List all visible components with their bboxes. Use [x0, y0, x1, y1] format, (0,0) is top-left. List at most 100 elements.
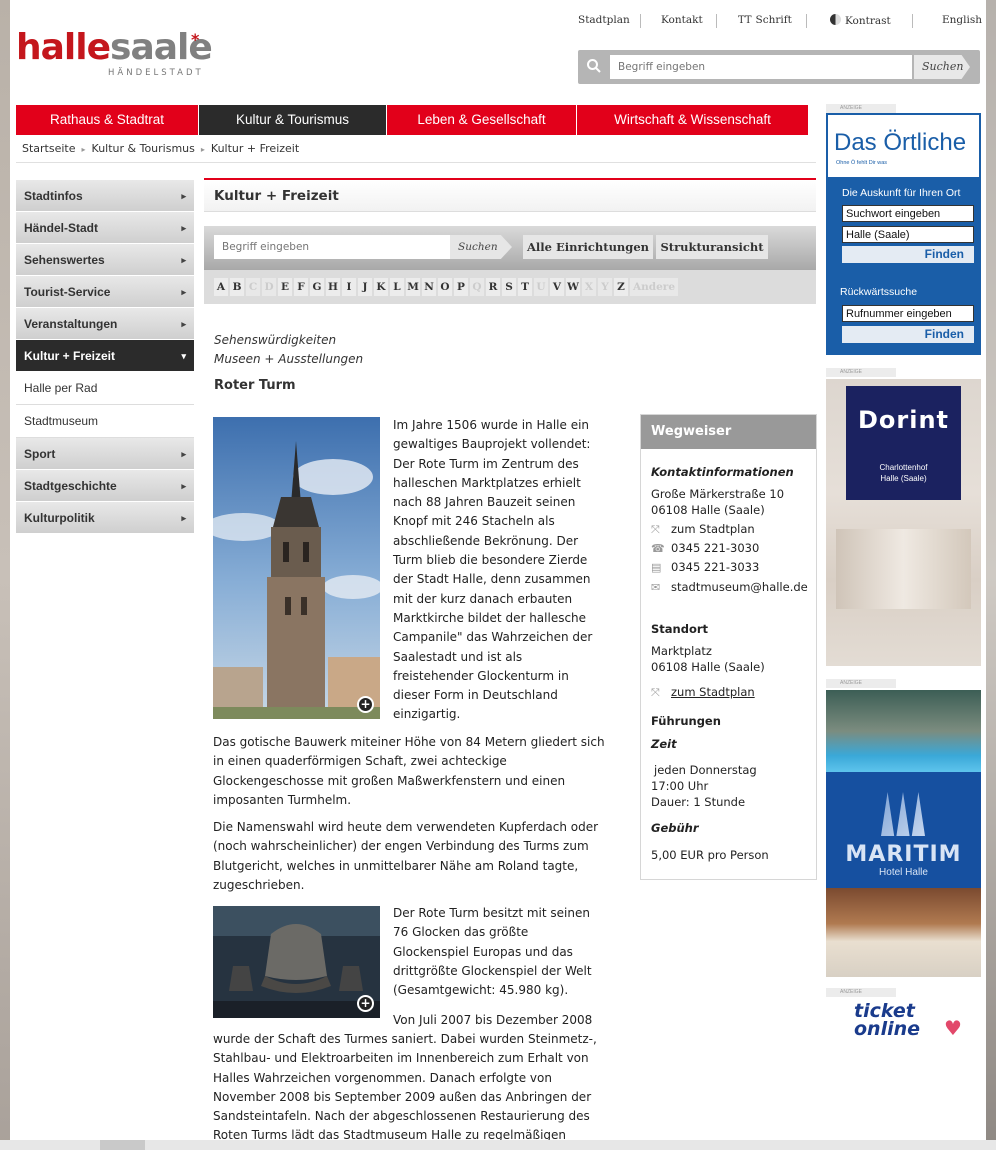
alpha-letter-j[interactable]: J — [358, 278, 372, 296]
main-navigation: Rathaus & Stadtrat Kultur & Tourismus Le… — [16, 105, 808, 135]
ad-oertliche-rufnummer-input[interactable]: Rufnummer eingeben — [842, 305, 974, 322]
alpha-letter-a[interactable]: A — [214, 278, 228, 296]
ad-maritim-logo: MARITIM Hotel Halle — [826, 772, 981, 888]
article-paragraph-4: Der Rote Turm besitzt mit seinen 76 Gloc… — [393, 906, 592, 998]
ad-dorint[interactable]: Dorint Charlottenhof Halle (Saale) — [826, 379, 981, 666]
sidebar-item-stadtgeschichte[interactable]: Stadtgeschichte ▸ — [16, 470, 194, 502]
toplink-kontrast[interactable]: Kontrast — [830, 14, 891, 27]
chevron-right-icon: ▸ — [81, 145, 86, 154]
alpha-letter-i[interactable]: I — [342, 278, 356, 296]
site-search: Suchen — [578, 50, 980, 84]
sidebar-item-label: Sehenswertes — [24, 253, 105, 267]
alpha-letter-h[interactable]: H — [326, 278, 340, 296]
sidebar-subitem-halle-per-rad[interactable]: Halle per Rad — [16, 372, 194, 405]
filter-search-button[interactable]: Suchen — [450, 235, 512, 259]
site-search-input[interactable] — [610, 55, 912, 79]
sidebar-item-stadtinfos[interactable]: Stadtinfos ▸ — [16, 180, 194, 212]
schrift-label: Schrift — [755, 14, 792, 26]
chevron-right-icon: ▸ — [181, 191, 186, 201]
alpha-letter-o[interactable]: O — [438, 278, 452, 296]
chevron-right-icon: ▸ — [181, 481, 186, 491]
site-search-button[interactable]: Suchen — [914, 55, 970, 79]
alpha-letter-z[interactable]: Z — [614, 278, 628, 296]
ad-label: ANZEIGE — [826, 368, 896, 377]
ad-label: ANZEIGE — [826, 104, 896, 113]
divider — [806, 14, 807, 28]
toplink-schrift[interactable]: TT Schrift — [738, 14, 792, 26]
sidebar-item-haendel-stadt[interactable]: Händel-Stadt ▸ — [16, 212, 194, 244]
ad-oertliche-finden-button-2[interactable]: Finden — [842, 326, 974, 343]
scroll-thumb[interactable] — [100, 1140, 145, 1150]
alpha-letter-w[interactable]: W — [566, 278, 580, 296]
category-museen[interactable]: Museen + Ausstellungen — [214, 350, 363, 369]
contrast-icon — [830, 14, 841, 25]
article-paragraph-5a: Von Juli 2007 bis Dezember 2008 — [393, 1013, 593, 1027]
site-logo[interactable]: hallesaale * HÄNDELSTADT — [16, 30, 216, 90]
nav-kultur-tourismus[interactable]: Kultur & Tourismus — [199, 105, 387, 135]
filter-bar: Suchen Alle Einrichtungen Strukturansich… — [204, 226, 816, 270]
zoom-plus-icon[interactable]: + — [357, 995, 374, 1012]
nav-rathaus[interactable]: Rathaus & Stadtrat — [16, 105, 199, 135]
zeit-line-1: jeden Donnerstag — [654, 763, 757, 777]
category-sehenswuerdigkeiten[interactable]: Sehenswürdigkeiten — [214, 331, 363, 350]
glocken-image[interactable]: + — [213, 906, 380, 1018]
sidebar-item-sport[interactable]: Sport ▸ — [16, 438, 194, 470]
breadcrumb-startseite[interactable]: Startseite — [22, 142, 76, 155]
ad-oertliche-ort-input[interactable]: Halle (Saale) — [842, 226, 974, 243]
toplink-kontakt[interactable]: Kontakt — [661, 14, 703, 26]
alpha-letter-b[interactable]: B — [230, 278, 244, 296]
page-title: Kultur + Freizeit — [204, 180, 816, 212]
alpha-letter-d: D — [262, 278, 276, 296]
sidebar-item-sehenswertes[interactable]: Sehenswertes ▸ — [16, 244, 194, 276]
filter-search-input[interactable] — [214, 235, 450, 259]
ad-oertliche-finden-button[interactable]: Finden — [842, 246, 974, 263]
alpha-letter-p[interactable]: P — [454, 278, 468, 296]
alpha-letter-t[interactable]: T — [518, 278, 532, 296]
ad-oertliche-brand: Das Örtliche — [834, 129, 967, 156]
toplink-stadtplan[interactable]: Stadtplan — [578, 14, 630, 26]
nav-leben-gesellschaft[interactable]: Leben & Gesellschaft — [387, 105, 577, 135]
zoom-plus-icon[interactable]: + — [357, 696, 374, 713]
alpha-letter-r[interactable]: R — [486, 278, 500, 296]
stadtplan-link-1[interactable]: ⤧ zum Stadtplan — [651, 521, 755, 538]
zeit-line-3: Dauer: 1 Stunde — [651, 795, 746, 809]
sidebar-subitem-stadtmuseum[interactable]: Stadtmuseum — [16, 405, 194, 438]
nav-wirtschaft[interactable]: Wirtschaft & Wissenschaft — [577, 105, 808, 135]
fax: ▤ 0345 221-3033 — [651, 559, 759, 576]
alpha-letter-k[interactable]: K — [374, 278, 388, 296]
alpha-letter-n[interactable]: N — [422, 278, 436, 296]
alpha-letter-f[interactable]: F — [294, 278, 308, 296]
ad-label: ANZEIGE — [826, 988, 896, 997]
top-links: Stadtplan Kontakt TT Schrift Kontrast Eng… — [570, 14, 990, 30]
ad-maritim[interactable]: MARITIM Hotel Halle — [826, 690, 981, 977]
sidebar-item-kulturpolitik[interactable]: Kulturpolitik ▸ — [16, 502, 194, 534]
ad-oertliche-suchwort-input[interactable]: Suchwort eingeben — [842, 205, 974, 222]
alpha-letter-q: Q — [470, 278, 484, 296]
alpha-letter-s[interactable]: S — [502, 278, 516, 296]
ad-ticket-online[interactable]: ticket online ♥ — [826, 998, 981, 1048]
article-paragraph-2: Das gotische Bauwerk miteiner Höhe von 8… — [213, 735, 605, 807]
alpha-letter-m[interactable]: M — [406, 278, 420, 296]
sidebar-item-label: Stadtgeschichte — [24, 479, 117, 493]
alpha-letter-g[interactable]: G — [310, 278, 324, 296]
ad-das-oertliche[interactable]: Das Örtliche Ohne Ö fehlt Dir was Die Au… — [826, 113, 981, 355]
ad-dorint-photo — [836, 529, 971, 609]
email-link[interactable]: ✉ stadtmuseum@halle.de — [651, 579, 808, 596]
sidebar-item-veranstaltungen[interactable]: Veranstaltungen ▸ — [16, 308, 194, 340]
phone-icon: ☎ — [651, 542, 665, 555]
zeit-heading: Zeit — [651, 737, 677, 751]
toplink-english[interactable]: English — [942, 14, 982, 26]
roter-turm-image[interactable]: + — [213, 417, 380, 719]
address-line-2: 06108 Halle (Saale) — [651, 503, 765, 517]
strukturansicht-button[interactable]: Strukturansicht — [656, 235, 768, 259]
alpha-letter-e[interactable]: E — [278, 278, 292, 296]
sidebar-item-kultur-freizeit[interactable]: Kultur + Freizeit ▾ — [16, 340, 194, 372]
alpha-letter-l[interactable]: L — [390, 278, 404, 296]
alle-einrichtungen-button[interactable]: Alle Einrichtungen — [523, 235, 653, 259]
sidebar-item-tourist-service[interactable]: Tourist-Service ▸ — [16, 276, 194, 308]
alpha-letter-v[interactable]: V — [550, 278, 564, 296]
breadcrumb-kultur-tourismus[interactable]: Kultur & Tourismus — [92, 142, 195, 155]
chevron-down-icon: ▾ — [181, 351, 186, 361]
logo-star: * — [191, 30, 200, 49]
stadtplan-link-2[interactable]: ⤧ zum Stadtplan — [651, 684, 755, 701]
